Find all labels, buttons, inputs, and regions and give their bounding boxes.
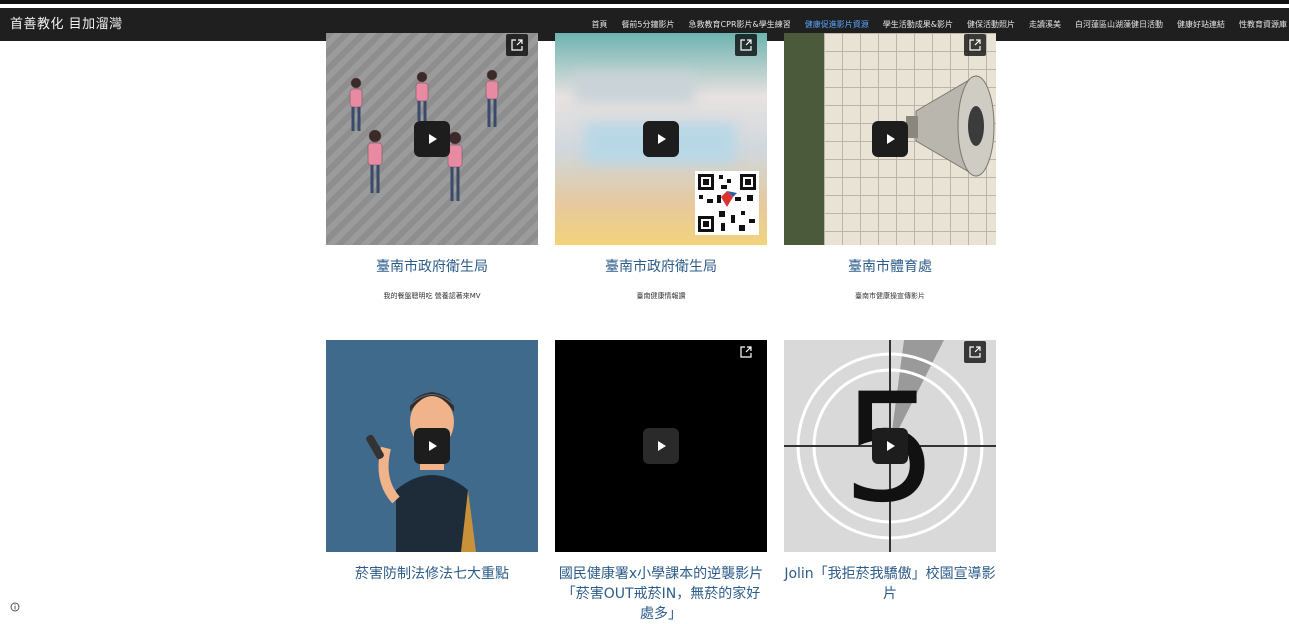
man-with-microphone-thumbnail[interactable]: [326, 340, 538, 552]
nav-item-walk-ximei[interactable]: 走讀溪美: [1029, 19, 1061, 30]
video-title[interactable]: 菸害防制法修法七大重點: [326, 564, 538, 584]
loudspeaker-icon: [906, 75, 995, 177]
loudspeaker-thumbnail[interactable]: [784, 33, 996, 245]
site-brand[interactable]: 首善教化 目加溜灣: [10, 8, 123, 41]
nav-item-cpr[interactable]: 急救教育CPR影片&學生練習: [689, 19, 791, 30]
nav-item-baihe-event[interactable]: 白河蓮區山湖藻健日活動: [1075, 19, 1163, 30]
external-link-icon[interactable]: [735, 34, 757, 56]
video-title[interactable]: 臺南市政府衛生局: [555, 257, 767, 277]
black-thumbnail[interactable]: [555, 340, 767, 552]
play-button-icon[interactable]: [872, 121, 908, 157]
play-button-icon[interactable]: [643, 121, 679, 157]
nav-item-home[interactable]: 首頁: [591, 19, 607, 30]
nav-item-student-activities[interactable]: 學生活動成果&影片: [883, 19, 953, 30]
dancers-thumbnail[interactable]: [326, 33, 538, 245]
nav-item-health-links[interactable]: 健康好站連結: [1177, 19, 1225, 30]
top-border: [0, 0, 1289, 4]
external-link-icon[interactable]: [735, 341, 757, 363]
video-card: 臺南市體育處 臺南市健康操宣傳影片: [784, 33, 996, 301]
info-icon[interactable]: [10, 597, 20, 616]
video-title[interactable]: 臺南市體育處: [784, 257, 996, 277]
nav-item-pre-meal-videos[interactable]: 餐前5分鐘影片: [621, 19, 674, 30]
video-title[interactable]: Jolin「我拒菸我驕傲」校園宣導影片: [784, 564, 996, 604]
video-card: 國民健康署x小學課本的逆襲影片「菸害OUT戒菸IN，無菸的家好處多」: [555, 340, 767, 624]
play-button-icon[interactable]: [872, 428, 908, 464]
play-button-icon[interactable]: [643, 428, 679, 464]
video-subtitle: 我的餐盤聰明吃 營養認著來MV: [383, 292, 481, 300]
video-card: 臺南市政府衛生局 我的餐盤聰明吃 營養認著來MV: [326, 33, 538, 301]
video-subtitle: 臺南健康情報讚: [636, 292, 686, 300]
countdown-thumbnail[interactable]: 5: [784, 340, 996, 552]
external-link-icon[interactable]: [506, 34, 528, 56]
nav-item-health-videos[interactable]: 健康促進影片資源: [805, 19, 869, 30]
play-button-icon[interactable]: [414, 121, 450, 157]
nav-item-health-photos[interactable]: 健保活動照片: [967, 19, 1015, 30]
video-subtitle: 臺南市健康操宣傳影片: [855, 292, 925, 300]
external-link-icon[interactable]: [964, 341, 986, 363]
video-title[interactable]: 國民健康署x小學課本的逆襲影片「菸害OUT戒菸IN，無菸的家好處多」: [555, 564, 767, 624]
video-card: 5 Jolin「我拒菸我驕傲」校園宣導影片: [784, 340, 996, 604]
play-button-icon[interactable]: [414, 428, 450, 464]
qr-code-thumbnail[interactable]: [555, 33, 767, 245]
video-card: 臺南市政府衛生局 臺南健康情報讚: [555, 33, 767, 301]
video-title[interactable]: 臺南市政府衛生局: [326, 257, 538, 277]
external-link-icon[interactable]: [964, 34, 986, 56]
video-card: 菸害防制法修法七大重點: [326, 340, 538, 584]
qr-code-icon: [695, 171, 759, 235]
nav-item-sex-education[interactable]: 性教育資源庫: [1239, 19, 1287, 30]
blurred-banner: [575, 73, 695, 103]
